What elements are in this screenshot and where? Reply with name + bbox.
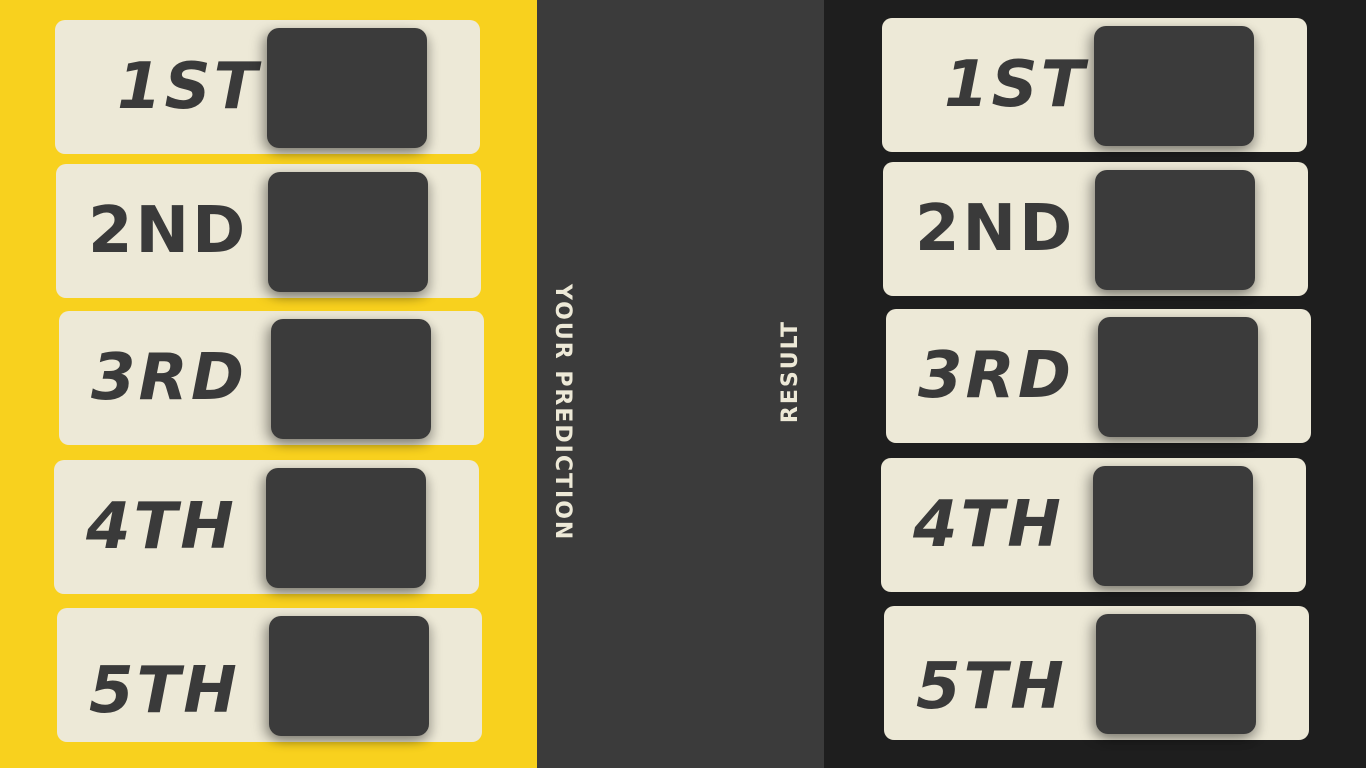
result-panel: 1ST 2ND 3RD 4TH 5TH [824, 0, 1366, 768]
result-rank-1-label: 1ST [944, 48, 1088, 122]
result-rank-4-label: 4TH [913, 488, 1064, 562]
prediction-rank-4-card: 4TH [54, 460, 479, 594]
prediction-rank-4-label: 4TH [86, 490, 237, 564]
prediction-rank-3-slot[interactable] [271, 319, 431, 439]
result-rank-1-slot [1094, 26, 1254, 146]
prediction-rank-2-card: 2ND [56, 164, 481, 298]
your-prediction-title: YOUR PREDICTION [550, 284, 575, 542]
prediction-rank-4-slot[interactable] [266, 468, 426, 588]
prediction-panel: 1ST 2ND 3RD 4TH 5TH [0, 0, 537, 768]
result-rank-4-card: 4TH [881, 458, 1306, 592]
prediction-rank-2-label: 2ND [88, 194, 249, 268]
result-rank-4-slot [1093, 466, 1253, 586]
result-title: RESULT [778, 320, 803, 424]
prediction-game-screen: 1ST 2ND 3RD 4TH 5TH YOUR PREDICTION RESU… [0, 0, 1366, 768]
result-rank-3-card: 3RD [886, 309, 1311, 443]
prediction-rank-5-slot[interactable] [269, 616, 429, 736]
result-rank-2-label: 2ND [915, 192, 1076, 266]
result-rank-5-label: 5TH [916, 650, 1067, 724]
result-rank-5-slot [1096, 614, 1256, 734]
result-rank-1-card: 1ST [882, 18, 1307, 152]
prediction-rank-5-label: 5TH [89, 654, 240, 728]
prediction-rank-3-label: 3RD [91, 341, 247, 415]
prediction-rank-2-slot[interactable] [268, 172, 428, 292]
prediction-rank-3-card: 3RD [59, 311, 484, 445]
result-rank-3-slot [1098, 317, 1258, 437]
result-rank-3-label: 3RD [918, 339, 1074, 413]
result-rank-2-card: 2ND [883, 162, 1308, 296]
prediction-rank-1-slot[interactable] [267, 28, 427, 148]
prediction-rank-5-card: 5TH [57, 608, 482, 742]
result-rank-5-card: 5TH [884, 606, 1309, 740]
prediction-rank-1-label: 1ST [117, 50, 261, 124]
result-rank-2-slot [1095, 170, 1255, 290]
prediction-rank-1-card: 1ST [55, 20, 480, 154]
